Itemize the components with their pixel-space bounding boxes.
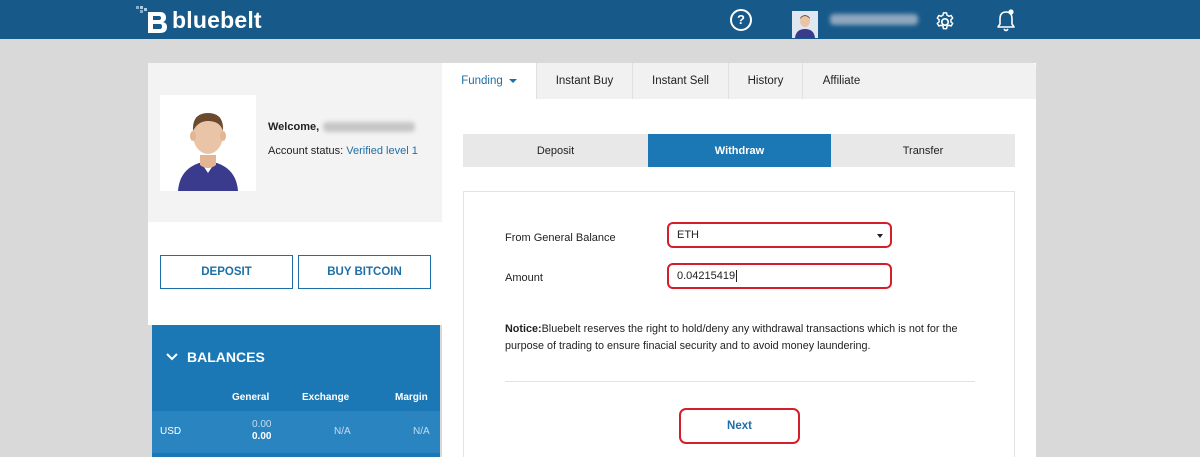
col-exchange: Exchange (302, 392, 350, 403)
tab-funding-label: Funding (461, 75, 503, 87)
general-balance-top: 0.00 (252, 419, 272, 430)
chevron-down-icon (166, 350, 178, 364)
bell-icon[interactable] (995, 9, 1017, 32)
logo-mark-icon (136, 6, 170, 34)
balances-header[interactable]: BALANCES (166, 349, 265, 365)
tab-funding[interactable]: Funding (442, 63, 537, 99)
currency-label: USD (160, 426, 182, 437)
header-username-blurred (830, 14, 918, 25)
caret-down-icon (508, 79, 517, 83)
withdraw-notice: Notice:Bluebelt reserves the right to ho… (505, 321, 975, 355)
tab-instant-buy[interactable]: Instant Buy (537, 63, 633, 99)
balance-row-usd: USD 0.00 0.00 N/A N/A (152, 411, 440, 453)
logo-text: bluebelt (172, 6, 262, 33)
margin-balance: N/A (413, 426, 430, 437)
account-status-link[interactable]: Verified level 1 (346, 145, 418, 157)
amount-input-value: 0.04215419 (677, 270, 736, 282)
notice-bold-label: Notice: (505, 323, 542, 335)
welcome-text: Welcome, (268, 121, 416, 133)
notice-text: Bluebelt reserves the right to hold/deny… (505, 323, 958, 352)
deposit-button[interactable]: DEPOSIT (160, 255, 293, 289)
general-balance-bottom: 0.00 (252, 431, 272, 442)
text-cursor (736, 270, 738, 282)
col-margin: Margin (395, 392, 428, 403)
balances-table-header: General Exchange Margin (152, 385, 440, 410)
amount-input[interactable]: 0.04215419 (667, 263, 892, 289)
form-divider (505, 381, 975, 382)
next-button[interactable]: Next (679, 408, 800, 444)
subtab-withdraw[interactable]: Withdraw (648, 134, 831, 167)
currency-select-value: ETH (677, 229, 699, 241)
welcome-label: Welcome, (268, 121, 320, 133)
account-status-label: Account status: (268, 145, 344, 157)
balances-panel: BALANCES General Exchange Margin USD 0.0… (152, 325, 440, 457)
account-status: Account status: Verified level 1 (268, 145, 418, 157)
from-balance-label: From General Balance (505, 232, 616, 244)
tab-affiliate[interactable]: Affiliate (803, 63, 880, 99)
gear-icon[interactable] (934, 11, 956, 33)
currency-select[interactable]: ETH (667, 222, 892, 248)
logo[interactable]: bluebelt (136, 6, 262, 34)
col-general: General (232, 392, 270, 403)
amount-label: Amount (505, 272, 543, 284)
exchange-balance: N/A (334, 426, 351, 437)
profile-avatar (160, 95, 256, 191)
header-avatar[interactable] (792, 11, 818, 38)
username-blurred (323, 122, 416, 133)
dropdown-caret-icon (877, 234, 883, 238)
tab-instant-sell[interactable]: Instant Sell (633, 63, 729, 99)
tab-history[interactable]: History (729, 63, 803, 99)
subtab-transfer[interactable]: Transfer (831, 134, 1015, 167)
subtab-deposit[interactable]: Deposit (463, 134, 648, 167)
help-icon[interactable]: ? (730, 9, 752, 31)
buy-bitcoin-button[interactable]: BUY BITCOIN (298, 255, 431, 289)
balances-title: BALANCES (187, 349, 265, 365)
